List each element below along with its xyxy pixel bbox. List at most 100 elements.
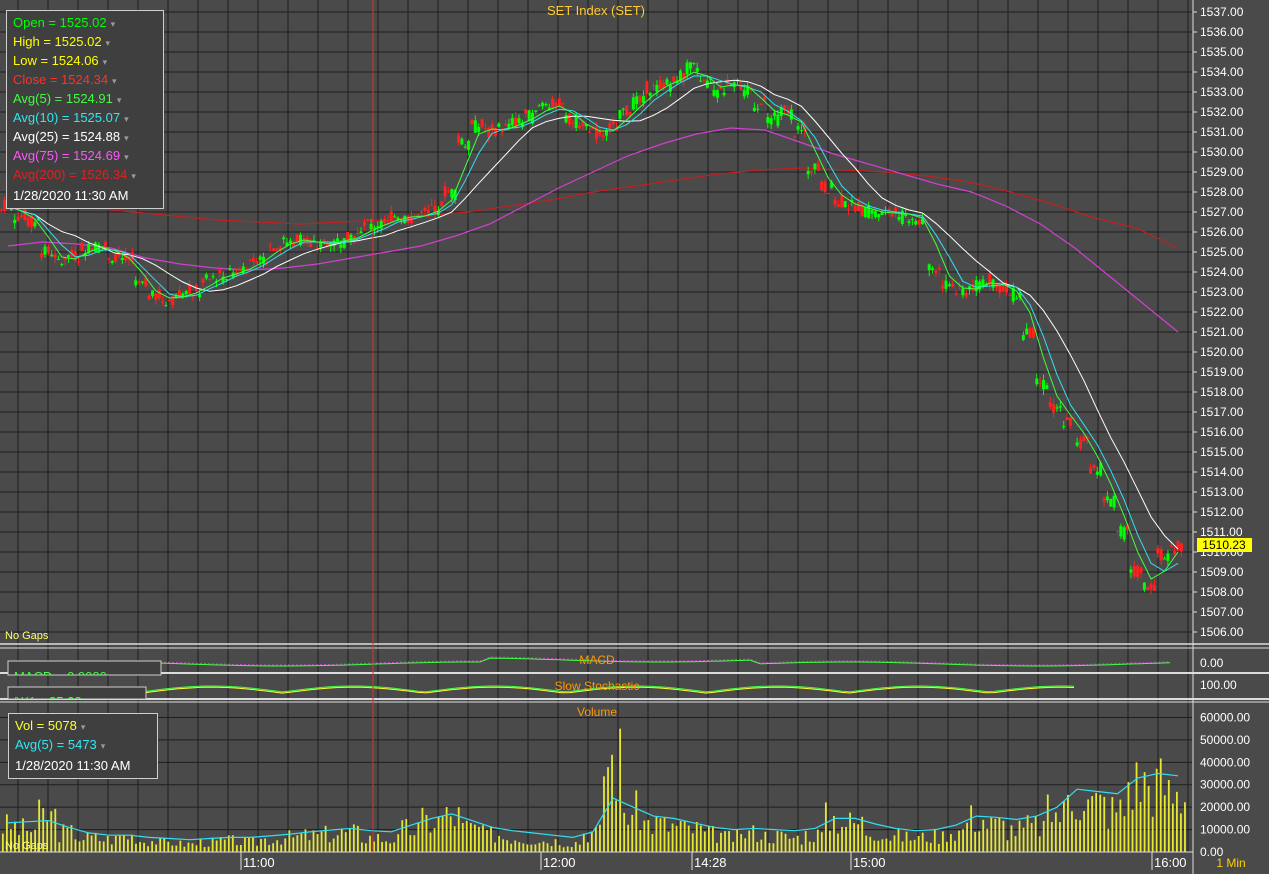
dropdown-arrow-icon[interactable]: ▾ [106, 38, 111, 48]
volume-bar [857, 824, 860, 852]
volume-bar [223, 839, 226, 852]
volume-bar [256, 845, 258, 852]
legend-row-text: Avg(75) = 1524.69 [13, 148, 121, 163]
candle-body [877, 214, 881, 218]
candle-body [510, 117, 514, 126]
candle-body [463, 146, 467, 148]
candle-body [507, 123, 511, 128]
price-tick-label: 1520.00 [1200, 345, 1244, 359]
volume-bar [1050, 821, 1053, 852]
candle-body [1089, 467, 1093, 474]
volume-tick-label: 30000.00 [1200, 778, 1250, 792]
volume-bar [687, 825, 690, 852]
price-legend[interactable]: Open = 1525.02 ▾ High = 1525.02 ▾ Low = 1524… [6, 10, 164, 209]
macd-zero-label: 0.00 [1200, 656, 1224, 670]
dropdown-arrow-icon[interactable]: ▾ [111, 19, 116, 29]
candle-body [806, 170, 810, 175]
dropdown-arrow-icon[interactable]: ▾ [131, 171, 136, 181]
volume-bar [885, 838, 888, 852]
volume-bar [377, 833, 379, 852]
volume-bar [724, 831, 726, 852]
volume-bar [623, 812, 626, 852]
volume-bar [86, 832, 89, 852]
candle-body [1079, 439, 1082, 449]
volume-bar [1111, 797, 1114, 852]
candle-body [467, 140, 471, 150]
no-gaps-label-volume: No Gaps [5, 840, 49, 852]
dropdown-arrow-icon[interactable]: ▾ [103, 57, 108, 67]
candle-body [457, 135, 461, 143]
volume-bar [78, 841, 81, 852]
chart-canvas[interactable]: 1537.00 1536.00 1535.00 1534.00 1533.00 1532.… [0, 0, 1269, 874]
candle-body [67, 254, 71, 257]
volume-bar [469, 823, 472, 852]
volume-bar [413, 835, 416, 852]
candle-body [799, 130, 803, 132]
legend-row: Avg(5) = 5473 ▾ [15, 736, 151, 755]
volume-bar [893, 835, 896, 852]
dropdown-arrow-icon[interactable]: ▾ [124, 133, 129, 143]
candle-body [53, 254, 57, 258]
price-tick-label: 1525.00 [1200, 245, 1244, 259]
volume-bar [570, 847, 573, 852]
volume-bar [954, 840, 956, 852]
volume-bar [514, 840, 517, 852]
candle-body [961, 288, 965, 296]
candle-body [13, 219, 17, 224]
volume-bar [1119, 799, 1122, 852]
candle-body [191, 296, 195, 298]
dropdown-arrow-icon[interactable]: ▾ [101, 741, 106, 751]
dropdown-arrow-icon[interactable]: ▾ [117, 95, 122, 105]
volume-bar [889, 840, 892, 852]
volume-tick-label: 20000.00 [1200, 800, 1250, 814]
candle-body [618, 110, 622, 119]
candle-body [386, 219, 390, 221]
candle-body [188, 284, 192, 294]
volume-bar [284, 838, 287, 852]
candle-body [295, 234, 299, 242]
volume-bar [244, 837, 246, 852]
dropdown-arrow-icon[interactable]: ▾ [81, 722, 86, 732]
candle-body [699, 80, 703, 82]
price-tick-label: 1518.00 [1200, 385, 1244, 399]
volume-tick-label: 50000.00 [1200, 733, 1250, 747]
candle-body [1045, 385, 1049, 389]
candle-body [477, 126, 481, 133]
volume-bar [582, 833, 585, 852]
volume-bar [619, 728, 622, 852]
candle-body [1058, 406, 1062, 408]
volume-bar [449, 816, 452, 852]
candle-body [537, 105, 541, 107]
candle-body [695, 67, 699, 72]
candle-body [1095, 471, 1099, 475]
candle-body [941, 285, 945, 289]
candle-body [692, 63, 696, 65]
candle-body [1129, 569, 1133, 573]
volume-bar [1103, 796, 1106, 852]
volume-bar [361, 842, 363, 852]
volume-bar [1002, 820, 1005, 852]
candle-body [715, 90, 719, 98]
volume-legend[interactable]: Vol = 5078 ▾ Avg(5) = 5473 ▾ 1/28/2020 11:3… [8, 713, 158, 779]
dropdown-arrow-icon[interactable]: ▾ [124, 152, 129, 162]
candle-body [1136, 565, 1140, 577]
volume-bar [441, 816, 444, 852]
dropdown-arrow-icon[interactable]: ▾ [112, 76, 117, 86]
dropdown-arrow-icon[interactable]: ▾ [124, 114, 129, 124]
volume-bar [905, 831, 908, 852]
volume-legend-timestamp: 1/28/2020 11:30 AM [15, 758, 131, 773]
volume-bar [429, 832, 432, 852]
volume-bar [494, 842, 496, 852]
candle-body [685, 62, 689, 75]
volume-bar [1091, 796, 1094, 852]
volume-bar [611, 754, 613, 852]
volume-bar [1139, 801, 1142, 852]
candle-body [544, 103, 548, 106]
volume-bar [978, 831, 981, 852]
candle-body [43, 246, 47, 255]
candle-body [840, 195, 844, 208]
interval-label[interactable]: 1 Min [1216, 856, 1245, 870]
candle-body [1109, 498, 1113, 507]
legend-row-text: Avg(10) = 1525.07 [13, 110, 121, 125]
candle-body [460, 138, 464, 145]
